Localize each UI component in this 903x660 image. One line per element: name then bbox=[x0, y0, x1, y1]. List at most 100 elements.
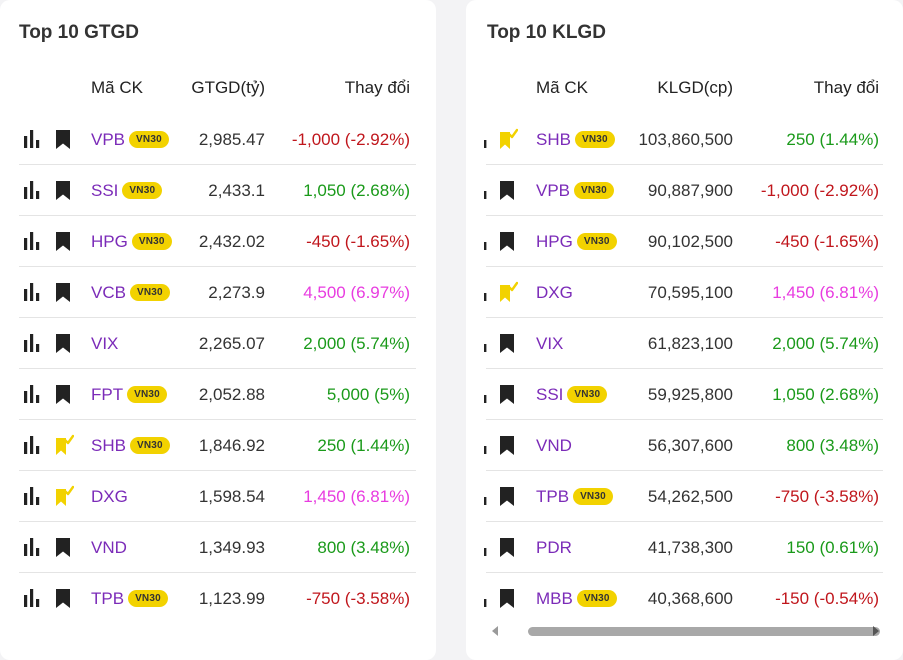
table-row[interactable]: SHB VN30 103,860,500 250 (1.44%) bbox=[466, 114, 903, 165]
symbol-link[interactable]: FPT bbox=[91, 369, 123, 420]
bookmark-icon[interactable] bbox=[52, 179, 74, 201]
bookmark-icon[interactable] bbox=[52, 332, 74, 354]
table-row[interactable]: VND 1,349.93 800 (3.48%) bbox=[0, 522, 436, 573]
table-row[interactable]: TPB VN30 1,123.99 -750 (-3.58%) bbox=[0, 573, 436, 624]
symbol-link[interactable]: DXG bbox=[91, 471, 128, 522]
symbol-cell[interactable]: SHB VN30 bbox=[536, 114, 615, 165]
top-volume-card: Top 10 KLGD Mã CK KLGD(cp) Thay đổi SHB V… bbox=[466, 0, 903, 660]
table-row[interactable]: VIX 2,265.07 2,000 (5.74%) bbox=[0, 318, 436, 369]
symbol-link[interactable]: VPB bbox=[536, 165, 570, 216]
symbol-cell[interactable]: TPB VN30 bbox=[536, 471, 613, 522]
symbol-link[interactable]: SSI bbox=[91, 165, 118, 216]
symbol-link[interactable]: SSI bbox=[536, 369, 563, 420]
bookmark-icon[interactable] bbox=[52, 281, 74, 303]
symbol-cell[interactable]: VIX bbox=[536, 318, 563, 369]
symbol-cell[interactable]: SSI VN30 bbox=[91, 165, 163, 216]
bookmark-icon[interactable] bbox=[496, 587, 518, 609]
symbol-link[interactable]: VND bbox=[536, 420, 572, 471]
bookmark-icon[interactable] bbox=[496, 230, 518, 252]
table-row[interactable]: VND 56,307,600 800 (3.48%) bbox=[466, 420, 903, 471]
symbol-link[interactable]: VIX bbox=[91, 318, 118, 369]
symbol-link[interactable]: SHB bbox=[536, 114, 571, 165]
symbol-cell[interactable]: TPB VN30 bbox=[91, 573, 168, 624]
symbol-cell[interactable]: MBB VN30 bbox=[536, 573, 617, 624]
table-row[interactable]: VPB VN30 90,887,900 -1,000 (-2.92%) bbox=[466, 165, 903, 216]
symbol-link[interactable]: VND bbox=[91, 522, 127, 573]
symbol-link[interactable]: TPB bbox=[91, 573, 124, 624]
symbol-link[interactable]: MBB bbox=[536, 573, 573, 624]
table-row[interactable]: VCB VN30 2,273.9 4,500 (6.97%) bbox=[0, 267, 436, 318]
scroll-thumb[interactable] bbox=[528, 627, 880, 636]
bookmark-icon[interactable] bbox=[496, 485, 518, 507]
symbol-link[interactable]: VIX bbox=[536, 318, 563, 369]
scroll-right-icon[interactable] bbox=[873, 626, 879, 636]
symbol-link[interactable]: TPB bbox=[536, 471, 569, 522]
symbol-cell[interactable]: FPT VN30 bbox=[91, 369, 167, 420]
flag-check-icon[interactable] bbox=[52, 485, 75, 507]
table-row[interactable]: MBB VN30 40,368,600 -150 (-0.54%) bbox=[466, 573, 903, 624]
flag-check-icon[interactable] bbox=[496, 128, 519, 150]
bar-chart-icon[interactable] bbox=[22, 383, 44, 405]
table-row[interactable]: TPB VN30 54,262,500 -750 (-3.58%) bbox=[466, 471, 903, 522]
bookmark-icon[interactable] bbox=[496, 332, 518, 354]
bar-chart-icon[interactable] bbox=[22, 230, 44, 252]
bookmark-icon[interactable] bbox=[496, 179, 518, 201]
table-row[interactable]: VPB VN30 2,985.47 -1,000 (-2.92%) bbox=[0, 114, 436, 165]
symbol-cell[interactable]: HPG VN30 bbox=[536, 216, 617, 267]
value-cell: 103,860,500 bbox=[638, 130, 733, 149]
bar-chart-icon[interactable] bbox=[22, 281, 44, 303]
bar-chart-icon[interactable] bbox=[22, 434, 44, 456]
symbol-cell[interactable]: VPB VN30 bbox=[91, 114, 169, 165]
symbol-link[interactable]: VCB bbox=[91, 267, 126, 318]
symbol-link[interactable]: DXG bbox=[536, 267, 573, 318]
bar-chart-icon[interactable] bbox=[22, 587, 44, 609]
scroll-left-icon[interactable] bbox=[492, 626, 498, 636]
symbol-cell[interactable]: PDR bbox=[536, 522, 572, 573]
symbol-link[interactable]: HPG bbox=[91, 216, 128, 267]
value-cell: 2,433.1 bbox=[208, 181, 265, 200]
bar-chart-icon[interactable] bbox=[22, 332, 44, 354]
symbol-cell[interactable]: VPB VN30 bbox=[536, 165, 614, 216]
symbol-cell[interactable]: HPG VN30 bbox=[91, 216, 172, 267]
bookmark-icon[interactable] bbox=[52, 383, 74, 405]
bar-chart-icon[interactable] bbox=[22, 536, 44, 558]
symbol-link[interactable]: PDR bbox=[536, 522, 572, 573]
bookmark-icon[interactable] bbox=[496, 536, 518, 558]
table-row[interactable]: PDR 41,738,300 150 (0.61%) bbox=[466, 522, 903, 573]
bookmark-icon[interactable] bbox=[496, 383, 518, 405]
bookmark-icon[interactable] bbox=[52, 587, 74, 609]
bookmark-icon[interactable] bbox=[52, 536, 74, 558]
symbol-link[interactable]: VPB bbox=[91, 114, 125, 165]
bar-chart-icon[interactable] bbox=[22, 179, 44, 201]
bar-chart-icon[interactable] bbox=[22, 485, 44, 507]
table-row[interactable]: VIX 61,823,100 2,000 (5.74%) bbox=[466, 318, 903, 369]
symbol-link[interactable]: SHB bbox=[91, 420, 126, 471]
horizontal-scrollbar[interactable] bbox=[486, 622, 883, 640]
bookmark-icon[interactable] bbox=[496, 434, 518, 456]
table-row[interactable]: SSI VN30 59,925,800 1,050 (2.68%) bbox=[466, 369, 903, 420]
bar-chart-icon[interactable] bbox=[22, 128, 44, 150]
symbol-link[interactable]: HPG bbox=[536, 216, 573, 267]
symbol-cell[interactable]: SSI VN30 bbox=[536, 369, 608, 420]
table-row[interactable]: HPG VN30 2,432.02 -450 (-1.65%) bbox=[0, 216, 436, 267]
bookmark-icon[interactable] bbox=[52, 230, 74, 252]
table-row[interactable]: DXG 1,598.54 1,450 (6.81%) bbox=[0, 471, 436, 522]
table-row[interactable]: HPG VN30 90,102,500 -450 (-1.65%) bbox=[466, 216, 903, 267]
bookmark-icon[interactable] bbox=[52, 128, 74, 150]
symbol-cell[interactable]: DXG bbox=[536, 267, 573, 318]
table-row[interactable]: DXG 70,595,100 1,450 (6.81%) bbox=[466, 267, 903, 318]
table-row[interactable]: SSI VN30 2,433.1 1,050 (2.68%) bbox=[0, 165, 436, 216]
table-row[interactable]: SHB VN30 1,846.92 250 (1.44%) bbox=[0, 420, 436, 471]
flag-check-icon[interactable] bbox=[496, 281, 519, 303]
symbol-cell[interactable]: VND bbox=[91, 522, 127, 573]
table-row[interactable]: FPT VN30 2,052.88 5,000 (5%) bbox=[0, 369, 436, 420]
value-cell: 40,368,600 bbox=[647, 589, 733, 608]
value-cell: 1,598.54 bbox=[198, 487, 265, 506]
symbol-cell[interactable]: VND bbox=[536, 420, 572, 471]
symbol-cell[interactable]: DXG bbox=[91, 471, 128, 522]
symbol-cell[interactable]: SHB VN30 bbox=[91, 420, 170, 471]
symbol-cell[interactable]: VCB VN30 bbox=[91, 267, 170, 318]
symbol-cell[interactable]: VIX bbox=[91, 318, 118, 369]
vn30-badge: VN30 bbox=[576, 233, 617, 250]
flag-check-icon[interactable] bbox=[52, 434, 75, 456]
